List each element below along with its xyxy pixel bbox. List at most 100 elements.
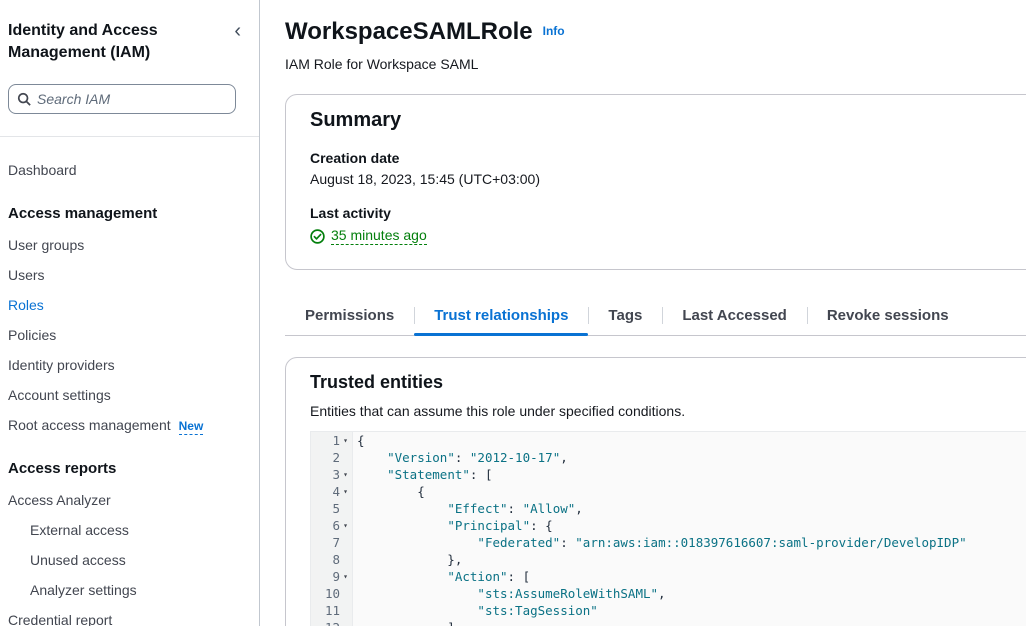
code-line: 2 "Version": "2012-10-17", bbox=[311, 449, 1026, 466]
sidebar-item-dashboard[interactable]: Dashboard bbox=[8, 155, 247, 185]
sidebar-item-label: Identity providers bbox=[8, 357, 115, 373]
sidebar-item-account-settings[interactable]: Account settings bbox=[8, 380, 247, 410]
sidebar-item-label: Root access management bbox=[8, 417, 171, 433]
sidebar-item-unused-access[interactable]: Unused access bbox=[8, 545, 247, 575]
sidebar-section-access-management: Access management bbox=[8, 197, 247, 230]
code-editor[interactable]: 1▾{2 "Version": "2012-10-17",3▾ "Stateme… bbox=[310, 431, 1026, 626]
sidebar-item-label: Unused access bbox=[30, 552, 126, 568]
sidebar-item-user-groups[interactable]: User groups bbox=[8, 230, 247, 260]
search-input[interactable] bbox=[37, 91, 227, 107]
fold-arrow-icon[interactable]: ▾ bbox=[340, 568, 351, 585]
code-text: }, bbox=[353, 551, 462, 568]
fold-arrow-icon[interactable]: ▾ bbox=[340, 466, 351, 483]
sidebar-item-external-access[interactable]: External access bbox=[8, 515, 247, 545]
line-number: 10 bbox=[325, 585, 340, 602]
fold-arrow-icon[interactable]: ▾ bbox=[340, 483, 351, 500]
code-line: 7 "Federated": "arn:aws:iam::01839761660… bbox=[311, 534, 1026, 551]
sidebar-title: Identity and Access Management (IAM) bbox=[8, 20, 193, 64]
tab-last-accessed[interactable]: Last Accessed bbox=[662, 298, 807, 335]
line-number: 6 bbox=[332, 517, 340, 534]
sidebar-item-label: External access bbox=[30, 522, 129, 538]
sidebar-item-credential-report[interactable]: Credential report bbox=[8, 605, 247, 626]
line-number-gutter: 4▾ bbox=[311, 483, 353, 500]
search-box[interactable] bbox=[8, 84, 236, 114]
sidebar-item-access-analyzer[interactable]: Access Analyzer bbox=[8, 485, 247, 515]
code-text: "Federated": "arn:aws:iam::018397616607:… bbox=[353, 534, 967, 551]
tab-trust-relationships[interactable]: Trust relationships bbox=[414, 298, 588, 335]
sidebar-item-label: Access Analyzer bbox=[8, 492, 111, 508]
sidebar-item-label: Access management bbox=[8, 205, 157, 222]
line-number-gutter: 7 bbox=[311, 534, 353, 551]
line-number-gutter: 9▾ bbox=[311, 568, 353, 585]
line-number: 12 bbox=[325, 619, 340, 626]
sidebar-item-label: Dashboard bbox=[8, 162, 77, 178]
chevron-left-icon: ‹ bbox=[234, 20, 241, 42]
sidebar-item-root-access-management[interactable]: Root access management New bbox=[8, 410, 247, 440]
sidebar-collapse-button[interactable]: ‹ bbox=[228, 20, 247, 42]
line-number: 11 bbox=[325, 602, 340, 619]
page-title: WorkspaceSAMLRole bbox=[285, 18, 533, 46]
line-number-gutter: 2 bbox=[311, 449, 353, 466]
info-link[interactable]: Info bbox=[543, 24, 565, 38]
sidebar-item-policies[interactable]: Policies bbox=[8, 320, 247, 350]
fold-arrow-icon[interactable]: ▾ bbox=[340, 517, 351, 534]
sidebar-nav: Dashboard Access management User groups Use… bbox=[8, 155, 247, 626]
sidebar-item-label: Access reports bbox=[8, 460, 116, 477]
code-line: 11 "sts:TagSession" bbox=[311, 602, 1026, 619]
sidebar-section-access-reports: Access reports bbox=[8, 452, 247, 485]
code-text: "sts:TagSession" bbox=[353, 602, 598, 619]
sidebar-item-roles[interactable]: Roles bbox=[8, 290, 247, 320]
page-subtitle: IAM Role for Workspace SAML bbox=[285, 56, 1026, 72]
last-activity-value[interactable]: 35 minutes ago bbox=[331, 227, 427, 245]
code-text: ], bbox=[353, 619, 462, 626]
main-content: WorkspaceSAMLRole Info IAM Role for Work… bbox=[261, 0, 1026, 626]
line-number: 5 bbox=[332, 500, 340, 517]
tab-tags[interactable]: Tags bbox=[588, 298, 662, 335]
fold-arrow-icon[interactable]: ▾ bbox=[340, 432, 351, 449]
check-circle-icon bbox=[310, 229, 325, 244]
code-text: "Effect": "Allow", bbox=[353, 500, 583, 517]
summary-title: Summary bbox=[310, 109, 1026, 132]
code-text: "Action": [ bbox=[353, 568, 530, 585]
trusted-entities-title: Trusted entities bbox=[310, 372, 1026, 393]
sidebar-item-label: Roles bbox=[8, 297, 44, 313]
sidebar-item-label: Analyzer settings bbox=[30, 582, 137, 598]
sidebar-item-identity-providers[interactable]: Identity providers bbox=[8, 350, 247, 380]
creation-date-value: August 18, 2023, 15:45 (UTC+03:00) bbox=[310, 171, 1026, 187]
line-number-gutter: 8 bbox=[311, 551, 353, 568]
line-number-gutter: 12 bbox=[311, 619, 353, 626]
page-header: WorkspaceSAMLRole Info bbox=[285, 18, 1026, 46]
trusted-entities-card: Trusted entities Entities that can assum… bbox=[285, 357, 1026, 626]
sidebar-item-label: Policies bbox=[8, 327, 56, 343]
code-text: { bbox=[353, 483, 425, 500]
tab-revoke-sessions[interactable]: Revoke sessions bbox=[807, 298, 969, 335]
last-activity-row: 35 minutes ago bbox=[310, 227, 427, 245]
sidebar-item-analyzer-settings[interactable]: Analyzer settings bbox=[8, 575, 247, 605]
line-number-gutter: 3▾ bbox=[311, 466, 353, 483]
code-line: 4▾ { bbox=[311, 483, 1026, 500]
line-number-gutter: 1▾ bbox=[311, 432, 353, 449]
code-line: 1▾{ bbox=[311, 432, 1026, 449]
sidebar-item-users[interactable]: Users bbox=[8, 260, 247, 290]
line-number-gutter: 6▾ bbox=[311, 517, 353, 534]
code-line: 9▾ "Action": [ bbox=[311, 568, 1026, 585]
line-number: 7 bbox=[332, 534, 340, 551]
code-text: "Principal": { bbox=[353, 517, 553, 534]
code-line: 6▾ "Principal": { bbox=[311, 517, 1026, 534]
line-number-gutter: 5 bbox=[311, 500, 353, 517]
tab-permissions[interactable]: Permissions bbox=[285, 298, 414, 335]
tabs: PermissionsTrust relationshipsTagsLast A… bbox=[285, 298, 1026, 336]
line-number-gutter: 11 bbox=[311, 602, 353, 619]
new-badge[interactable]: New bbox=[179, 419, 204, 435]
code-text: "sts:AssumeRoleWithSAML", bbox=[353, 585, 666, 602]
code-line: 3▾ "Statement": [ bbox=[311, 466, 1026, 483]
line-number: 2 bbox=[332, 449, 340, 466]
creation-date-label: Creation date bbox=[310, 150, 1026, 166]
code-text: { bbox=[353, 432, 365, 449]
code-text: "Statement": [ bbox=[353, 466, 492, 483]
sidebar-item-label: Users bbox=[8, 267, 45, 283]
sidebar-header: Identity and Access Management (IAM) ‹ bbox=[8, 20, 247, 64]
code-line: 12 ], bbox=[311, 619, 1026, 626]
code-line: 5 "Effect": "Allow", bbox=[311, 500, 1026, 517]
search-icon bbox=[17, 92, 31, 106]
